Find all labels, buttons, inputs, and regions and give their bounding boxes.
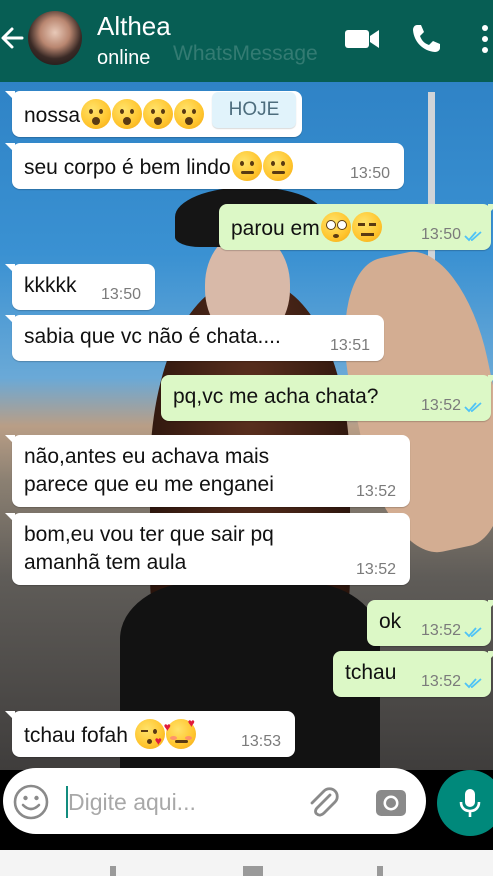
contact-name[interactable]: Althea <box>97 10 171 42</box>
message-bubble-outgoing[interactable]: tchau 13:52 <box>333 651 493 697</box>
message-time: 13:50 <box>420 226 461 243</box>
read-ticks-icon <box>464 678 482 689</box>
message-text: seu corpo é bem lindo <box>24 156 231 179</box>
read-ticks-icon <box>464 402 482 413</box>
message-time: 13:50 <box>349 165 390 182</box>
message-time: 13:52 <box>420 397 461 414</box>
contact-status: online <box>97 47 151 69</box>
message-time: 13:53 <box>240 733 281 750</box>
message-time: 13:52 <box>420 622 461 639</box>
video-call-icon[interactable] <box>343 22 381 56</box>
message-time: 13:52 <box>420 673 461 690</box>
message-text: parou em <box>231 217 320 240</box>
more-menu-icon[interactable] <box>478 22 492 56</box>
message-text-line: amanhã tem aula <box>24 551 187 574</box>
astonished-emoji-icon <box>143 99 174 129</box>
message-bubble-incoming[interactable]: kkkkk 13:50 <box>5 264 155 310</box>
message-bubble-incoming[interactable]: bom,eu vou ter que sair pq amanhã tem au… <box>5 513 410 585</box>
nav-back-button[interactable] <box>110 866 116 876</box>
message-time: 13:52 <box>355 483 396 500</box>
message-text-line: não,antes eu achava mais <box>24 445 270 468</box>
attach-icon[interactable] <box>304 783 342 821</box>
message-text-line: bom,eu vou ter que sair pq <box>24 523 274 546</box>
message-time: 13:51 <box>329 337 370 354</box>
mic-icon <box>459 789 481 817</box>
contact-avatar[interactable] <box>28 11 82 65</box>
message-text-line: parece que eu me enganei <box>24 473 274 496</box>
astonished-emoji-icon <box>112 99 143 129</box>
read-ticks-icon <box>464 627 482 638</box>
emoji-icon[interactable] <box>12 783 50 821</box>
expressionless-emoji-icon <box>351 212 382 242</box>
phone-call-icon[interactable] <box>409 22 443 56</box>
message-time: 13:52 <box>355 561 396 578</box>
nav-home-button[interactable] <box>243 866 263 876</box>
smiling-hearts-emoji-icon: ♥ ♥ <box>164 717 196 749</box>
message-text: tchau <box>345 661 397 684</box>
kissing-heart-emoji-icon: ♥ <box>134 719 165 749</box>
message-text: sabia que vc não é chata.... <box>24 325 281 348</box>
message-text: tchau fofah <box>24 724 128 747</box>
nav-recents-button[interactable] <box>377 866 383 876</box>
astonished-emoji-icon <box>174 99 205 129</box>
read-ticks-icon <box>464 231 482 242</box>
camera-icon[interactable] <box>373 784 409 820</box>
message-bubble-incoming[interactable]: sabia que vc não é chata.... 13:51 <box>5 315 384 361</box>
message-bubble-outgoing[interactable]: parou em 13:50 <box>219 204 493 250</box>
message-bubble-outgoing[interactable]: pq,vc me acha chata? 13:52 <box>161 375 493 421</box>
message-bubble-outgoing[interactable]: ok 13:52 <box>367 600 493 646</box>
back-arrow-icon[interactable] <box>0 22 26 54</box>
chat-header: Althea online WhatsMessage <box>0 0 493 82</box>
message-text: ok <box>379 610 402 633</box>
smirk-emoji-icon <box>262 151 293 181</box>
watermark: WhatsMessage <box>173 42 318 65</box>
message-time: 13:50 <box>100 286 141 303</box>
message-text: nossa <box>24 104 81 127</box>
message-text: pq,vc me acha chata? <box>173 385 379 408</box>
message-bubble-incoming[interactable]: não,antes eu achava mais parece que eu m… <box>5 435 410 507</box>
message-text: kkkkk <box>24 274 77 297</box>
message-bubble-incoming[interactable]: seu corpo é bem lindo 13:50 <box>5 143 404 189</box>
flushed-emoji-icon <box>320 212 351 242</box>
date-chip: HOJE <box>212 92 296 128</box>
message-input[interactable] <box>68 785 288 819</box>
astonished-emoji-icon <box>81 99 112 129</box>
smirk-emoji-icon <box>231 151 262 181</box>
message-bubble-incoming[interactable]: tchau fofah ♥ ♥ ♥ 13:53 <box>5 711 295 757</box>
